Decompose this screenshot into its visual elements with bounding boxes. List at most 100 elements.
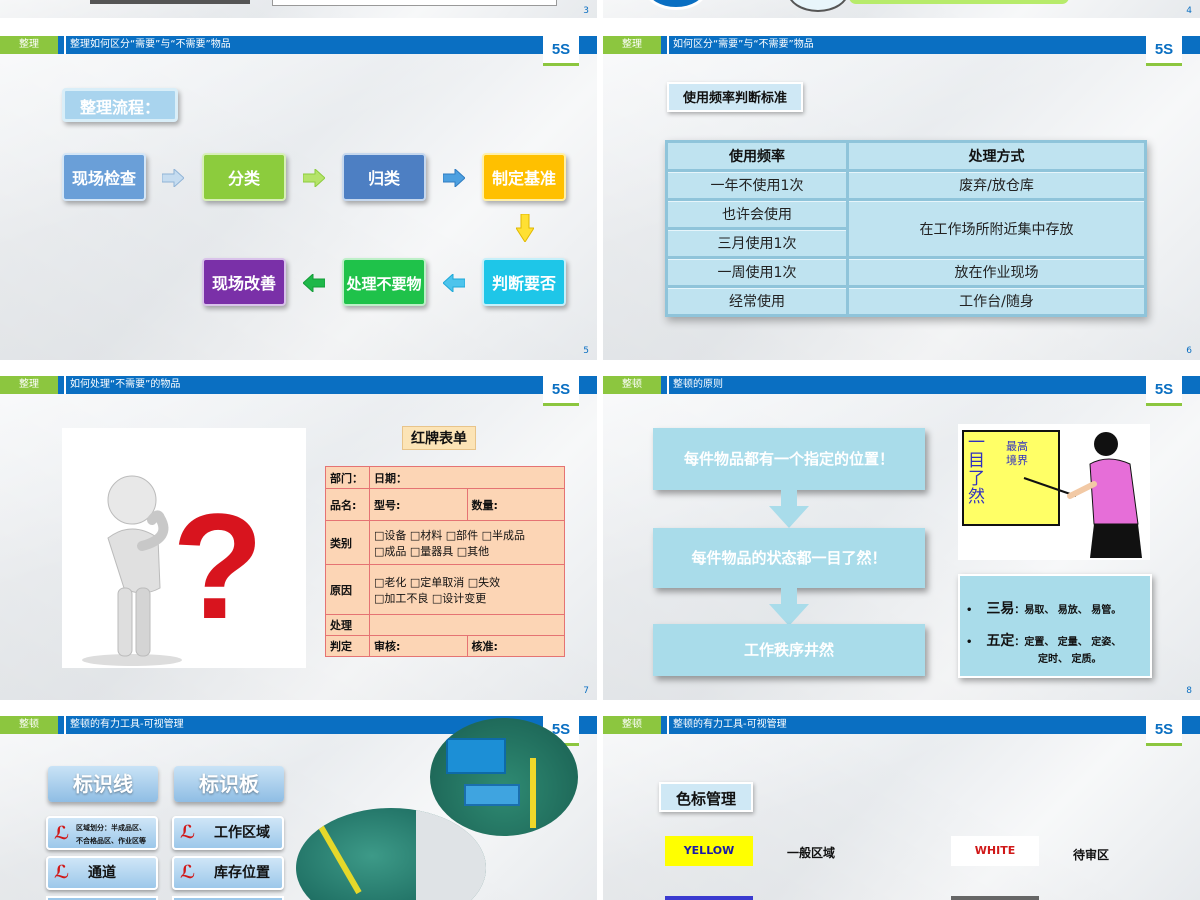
cell-frequency: 一年不使用1次 bbox=[668, 172, 846, 198]
page-number: 7 bbox=[583, 686, 589, 696]
sign-icon: ℒ bbox=[180, 862, 196, 883]
approve-field[interactable]: 核准: bbox=[466, 635, 565, 657]
list-item: • 五定：定置、 定量、 定姿、 定时、 定质。 bbox=[966, 630, 1121, 665]
five-fix-text-2: 定时、 定质。 bbox=[1038, 654, 1102, 665]
section-tag: 整理 bbox=[0, 376, 58, 394]
reason-options-line2: □加工不良 □设计变更 bbox=[374, 591, 487, 605]
slide-4-partial[interactable]: 4 bbox=[603, 0, 1200, 18]
bullet: • bbox=[966, 605, 987, 616]
slide-title: 整顿的原则 bbox=[667, 376, 723, 394]
reason-options-line1: □老化 □定单取消 □失效 bbox=[374, 575, 501, 589]
list-item: • 三易：易取、 易放、 易管。 bbox=[966, 598, 1121, 618]
model-field[interactable]: 型号: bbox=[369, 488, 468, 521]
5s-logo: 5S bbox=[1146, 36, 1182, 66]
cell-method: 放在作业现场 bbox=[848, 259, 1144, 285]
teacher-board-image: 一目了然 最高境界 bbox=[958, 424, 1150, 560]
slide4-blue-circle bbox=[645, 0, 707, 10]
slide-title: 如何处理“不需要”的物品 bbox=[64, 376, 180, 394]
step-set-standard: 制定基准 bbox=[482, 153, 566, 201]
frequency-heading: 使用频率判断标准 bbox=[667, 82, 803, 112]
cell-method: 废弃/放仓库 bbox=[848, 172, 1144, 198]
three-easy-text: ：易取、 易放、 易管。 bbox=[1014, 605, 1122, 616]
slide-title: 整理如何区分“需要”与“不需要”物品 bbox=[64, 36, 231, 54]
teacher-figure bbox=[1023, 432, 1142, 558]
slide-5[interactable]: 整理 整理如何区分“需要”与“不需要”物品 5S 整理流程： 现场检查 分类 归… bbox=[0, 36, 597, 360]
table-header-row: 使用频率 处理方式 bbox=[668, 143, 1144, 169]
category-options[interactable]: □设备 □材料 □部件 □半成品 □成品 □量器具 □其他 bbox=[369, 520, 565, 565]
5s-logo: 5S bbox=[543, 36, 579, 66]
arrow-down-icon bbox=[769, 488, 809, 532]
red-tag-form: 部门： 日期： 品名: 型号: 数量: 类别 □设备 □材料 □部件 □半成品 … bbox=[325, 466, 565, 657]
button-partial bbox=[172, 896, 284, 900]
table-row: 一周使用1次 放在作业现场 bbox=[668, 259, 1144, 285]
slide-8[interactable]: 整顿 整顿的原则 5S 每件物品都有一个指定的位置！ 每件物品的状态都一目了然！… bbox=[603, 376, 1200, 700]
page-number: 8 bbox=[1186, 686, 1192, 696]
area-division-button[interactable]: ℒ 区域划分：半成品区、 不合格品区、作业区等 bbox=[46, 816, 158, 850]
sign-icon: ℒ bbox=[54, 862, 70, 883]
svg-text:?: ? bbox=[172, 482, 264, 650]
slide-header: 整顿 整顿的有力工具-可视管理 bbox=[603, 716, 1200, 734]
form-row: 类别 □设备 □材料 □部件 □半成品 □成品 □量器具 □其他 bbox=[325, 520, 565, 565]
slide-9[interactable]: 整顿 整顿的有力工具-可视管理 5S 标识线 标识板 ℒ 区域划分：半成品区、 … bbox=[0, 716, 597, 900]
qty-field[interactable]: 数量: bbox=[466, 488, 565, 521]
slide-6[interactable]: 整理 如何区分“需要”与“不需要”物品 5S 使用频率判断标准 使用频率 处理方… bbox=[603, 36, 1200, 360]
review-field[interactable]: 审核: bbox=[369, 635, 468, 657]
yellow-description: 一般区域 bbox=[787, 846, 836, 860]
slide4-green-pill bbox=[849, 0, 1069, 4]
step-onsite-improve: 现场改善 bbox=[202, 258, 286, 306]
arrow-left-icon bbox=[302, 272, 326, 296]
work-area-label: 工作区域 bbox=[214, 825, 270, 841]
principle-box-order: 工作秩序井然 bbox=[653, 624, 925, 676]
dept-field[interactable]: 部门： bbox=[325, 466, 370, 489]
date-field[interactable]: 日期： bbox=[369, 466, 565, 489]
reason-label: 原因 bbox=[325, 564, 370, 615]
yellow-swatch: YELLOW bbox=[665, 836, 753, 866]
white-description: 待审区 bbox=[1073, 848, 1110, 862]
arrow-right-icon bbox=[442, 167, 466, 191]
section-tag: 整顿 bbox=[0, 716, 58, 734]
name-field[interactable]: 品名: bbox=[325, 488, 370, 521]
slide-3-partial[interactable]: 3 bbox=[0, 0, 597, 18]
slide-10[interactable]: 整顿 整顿的有力工具-可视管理 5S 色标管理 YELLOW 一般区域 WHIT… bbox=[603, 716, 1200, 900]
swatch-partial bbox=[951, 896, 1039, 900]
sign-icon: ℒ bbox=[180, 822, 196, 843]
table-row: 经常使用 工作台/随身 bbox=[668, 288, 1144, 314]
three-easy-label: 三易 bbox=[986, 601, 1015, 617]
pallet bbox=[464, 784, 520, 806]
section-tag: 整顿 bbox=[603, 376, 661, 394]
step-categorize: 归类 bbox=[342, 153, 426, 201]
cell-frequency: 三月使用1次 bbox=[668, 230, 846, 256]
swatch-partial bbox=[665, 896, 753, 900]
form-row: 处理 bbox=[325, 614, 565, 636]
sign-icon: ℒ bbox=[54, 823, 70, 844]
arrow-down-icon bbox=[515, 213, 535, 246]
section-tag: 整理 bbox=[603, 36, 661, 54]
white-swatch: WHITE bbox=[951, 836, 1039, 866]
judge-label: 判定 bbox=[325, 635, 370, 657]
area-division-text-1: 区域划分：半成品区、 bbox=[76, 824, 146, 832]
cell-frequency: 一周使用1次 bbox=[668, 259, 846, 285]
red-tag-form-title: 红牌表单 bbox=[402, 426, 476, 450]
page-number: 5 bbox=[583, 346, 589, 356]
slide3-dark-block bbox=[90, 0, 250, 4]
blue-crates bbox=[446, 738, 506, 774]
principle-box-location: 每件物品都有一个指定的位置！ bbox=[653, 428, 925, 490]
5s-logo: 5S bbox=[543, 376, 579, 406]
stock-location-button[interactable]: ℒ 库存位置 bbox=[172, 856, 284, 890]
channel-button[interactable]: ℒ 通道 bbox=[46, 856, 158, 890]
cell-frequency: 经常使用 bbox=[668, 288, 846, 314]
step-onsite-check: 现场检查 bbox=[62, 153, 146, 201]
work-area-button[interactable]: ℒ 工作区域 bbox=[172, 816, 284, 850]
page-number: 3 bbox=[583, 6, 589, 16]
handle-field[interactable] bbox=[369, 614, 565, 636]
category-label: 类别 bbox=[325, 520, 370, 565]
slide-title: 如何区分“需要”与“不需要”物品 bbox=[667, 36, 814, 54]
slide-7[interactable]: 整理 如何处理“不需要”的物品 5S ? 红牌表单 部门： 日期： 品名: 型号… bbox=[0, 376, 597, 700]
5s-logo: 5S bbox=[1146, 716, 1182, 746]
arrow-left-icon bbox=[442, 272, 466, 296]
slide-grid: 3 4 整理 整理如何区分“需要”与“不需要”物品 5S 整理流程： 现场检查 … bbox=[0, 0, 1200, 900]
marking-board-heading: 标识板 bbox=[174, 766, 284, 802]
5s-logo: 5S bbox=[1146, 376, 1182, 406]
category-options-line2: □成品 □量器具 □其他 bbox=[374, 544, 490, 558]
reason-options[interactable]: □老化 □定单取消 □失效 □加工不良 □设计变更 bbox=[369, 564, 565, 615]
